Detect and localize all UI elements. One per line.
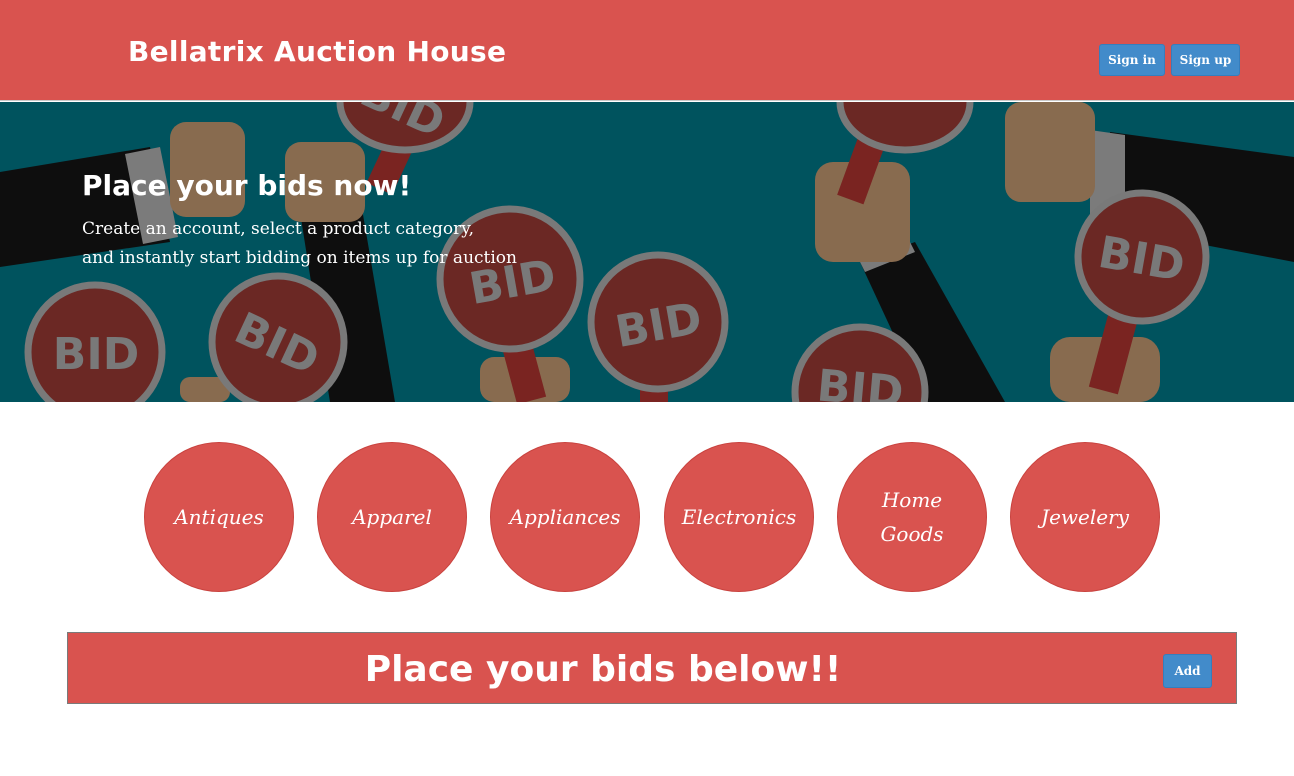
category-appliances[interactable]: Appliances xyxy=(490,442,640,592)
bids-title: Place your bids below!! xyxy=(364,649,842,690)
category-antiques[interactable]: Antiques xyxy=(144,442,294,592)
navbar: Bellatrix Auction House Sign in Sign up xyxy=(0,0,1294,101)
hero-subtitle: Create an account, select a product cate… xyxy=(82,215,602,273)
category-apparel[interactable]: Apparel xyxy=(317,442,467,592)
hero-subtitle-line: and instantly start bidding on items up … xyxy=(82,248,517,268)
brand-title[interactable]: Bellatrix Auction House xyxy=(128,35,506,68)
category-list: Antiques Apparel Appliances Electronics … xyxy=(0,442,1294,592)
category-electronics[interactable]: Electronics xyxy=(664,442,814,592)
hero-subtitle-line: Create an account, select a product cate… xyxy=(82,219,475,239)
bids-panel: Place your bids below!! Add xyxy=(67,632,1237,704)
add-bid-button[interactable]: Add xyxy=(1163,654,1212,688)
sign-in-button[interactable]: Sign in xyxy=(1099,44,1165,76)
hero-banner: BID BID BID BID BID BID BID Place your b… xyxy=(0,102,1294,402)
category-jewelery[interactable]: Jewelery xyxy=(1010,442,1160,592)
category-home-goods[interactable]: Home Goods xyxy=(837,442,987,592)
hero-title: Place your bids now! xyxy=(82,169,412,202)
sign-up-button[interactable]: Sign up xyxy=(1171,44,1240,76)
